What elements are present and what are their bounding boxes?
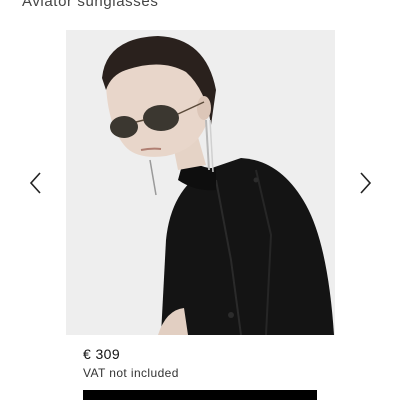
product-page: Aviator sunglasses € 309 VAT not include…: [0, 0, 400, 400]
vat-note: VAT not included: [83, 366, 179, 380]
chevron-left-icon: [29, 172, 41, 194]
product-title: Aviator sunglasses: [22, 0, 159, 10]
product-image[interactable]: [66, 30, 335, 335]
add-to-bag-button[interactable]: [83, 390, 317, 400]
model-photo: [66, 30, 335, 335]
chevron-right-icon: [360, 172, 372, 194]
product-price: € 309: [83, 346, 121, 362]
previous-image-button[interactable]: [25, 170, 47, 196]
next-image-button[interactable]: [354, 170, 376, 196]
product-gallery: [0, 30, 400, 335]
